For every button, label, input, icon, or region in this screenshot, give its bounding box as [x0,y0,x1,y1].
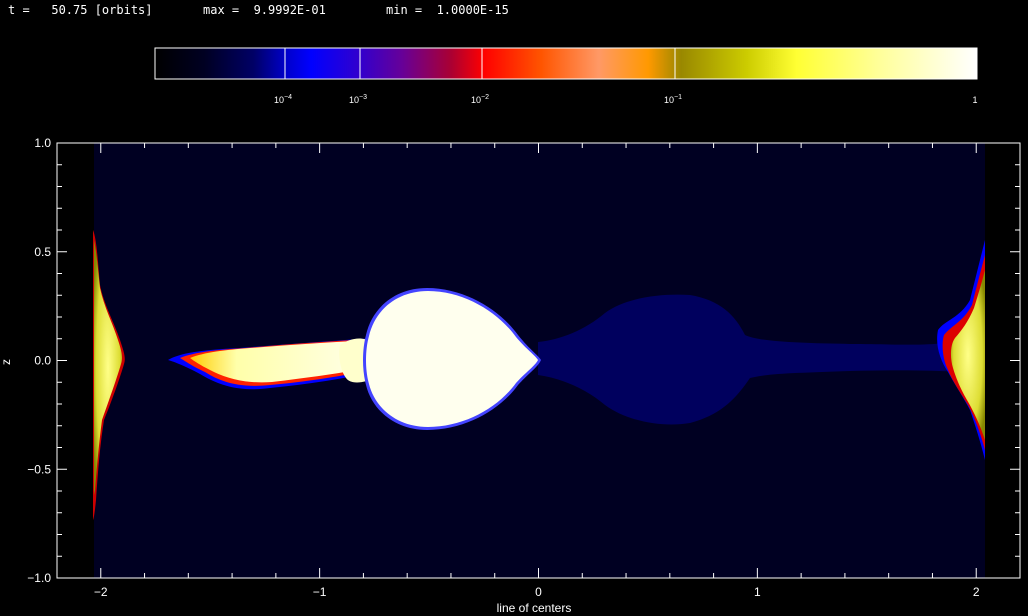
plot-area: −2 −1 0 1 2 −1.0 −0.5 0.0 0.5 1.0 line of centers… [0,136,1021,615]
y-tick-label: 0.5 [34,245,51,259]
colorbar: 10−4 10−3 10−2 10−1 1 [154,47,978,105]
colorbar-tick-label: 10−3 [349,94,367,105]
y-tick-label: −0.5 [27,462,51,476]
y-tick-label: 1.0 [34,136,51,150]
colorbar-tick-label: 10−2 [471,94,489,105]
colorbar-tick-label: 10−1 [664,94,682,105]
colorbar-gradient [155,48,977,79]
x-tick-label: −2 [94,585,108,599]
simulation-figure: t = 50.75 [orbits] max = 9.9992E-01 min … [0,0,1028,616]
figure-canvas: 10−4 10−3 10−2 10−1 1 −2 −1 0 1 2−1.0−0.… [0,47,1021,615]
y-tick-label: 0.0 [34,354,51,368]
x-tick-label: 1 [754,585,761,599]
y-axis-label: z [0,359,13,365]
y-tick-label: −1.0 [27,571,51,585]
x-tick-label: 2 [973,585,980,599]
x-tick-label: 0 [535,585,542,599]
colorbar-tick-label: 10−4 [274,94,292,105]
colorbar-tick-label: 1 [972,95,977,105]
x-tick-label: −1 [313,585,327,599]
x-axis-label: line of centers [497,601,572,615]
